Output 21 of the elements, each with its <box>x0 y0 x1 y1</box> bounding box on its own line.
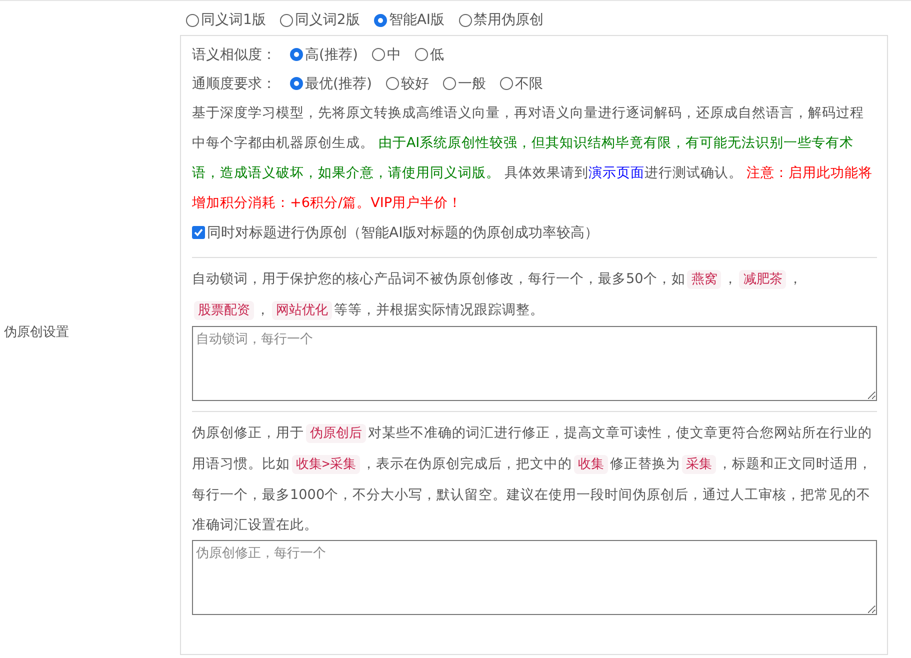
option-label: 语义相似度： <box>192 46 276 64</box>
corrections-field[interactable]: 伪原创修正，每行一个 <box>192 540 877 615</box>
title-checkbox[interactable]: 同时对标题进行伪原创（智能AI版对标题的伪原创成功率较高） <box>192 224 599 242</box>
lock-words-field[interactable]: 自动锁词，每行一个 <box>192 326 877 401</box>
radio-option[interactable]: 一般 <box>442 74 486 92</box>
description-text: 自动锁词，用于保护您的核心产品词不被伪原创修改，每行一个，最多50个，如 燕窝 ， 减肥茶 ， 股票配资 ， 网站优化 等等，并根据实际情况跟踪调整。 <box>192 269 804 322</box>
radio-option[interactable]: 不限 <box>500 74 543 92</box>
radio-option[interactable]: 禁用伪原创 <box>458 11 544 29</box>
radio-option[interactable]: 高(推荐) <box>290 46 358 64</box>
radio-option[interactable]: 最优(推荐) <box>290 74 372 92</box>
radio-option[interactable]: 同义词2版 <box>280 11 360 29</box>
description-text: 伪原创修正，用于 伪原创后 对某些不准确的词汇进行修正，提高文章可读性，使文章更符合您网站所在行业的用语习惯。比如 收集>采集 ，表示在伪原创完成后，把文中的 收集 修正替换为 采集 ，标题和正文同时适用，每行一个，最多1000个，不分大小写，默认留空。建议在使用一段时间伪原创后，通过人工审核，把常见的不准确词汇设置在此。 <box>192 423 873 535</box>
radio-option[interactable]: 低 <box>414 46 444 64</box>
option-label: 通顺度要求： <box>192 74 276 92</box>
radio-option[interactable]: 中 <box>372 46 401 64</box>
description-text: 基于深度学习模型，先将原文转换成高维语义向量，再对语义向量进行逐词解码，还原成自然语言，解码过程中每个字都由机器原创生成。 由于AI系统原创性较强，但其知识结构毕竟有限，有可能无法识别一些专有术语，造成语义破坏，如果介意，请使用同义词版。 具体效果请到演示页面进行测试确认。 注意：启用此功能将增加积分消耗：+6积分/篇。VIP用户半价！ <box>192 104 874 213</box>
radio-option[interactable]: 较好 <box>386 74 429 92</box>
radio-option[interactable]: 智能AI版 <box>374 11 445 29</box>
radio-option[interactable]: 同义词1版 <box>186 11 266 29</box>
demo-link[interactable]: 演示页面 <box>588 165 644 181</box>
settings-label: 伪原创设置 <box>3 324 69 340</box>
